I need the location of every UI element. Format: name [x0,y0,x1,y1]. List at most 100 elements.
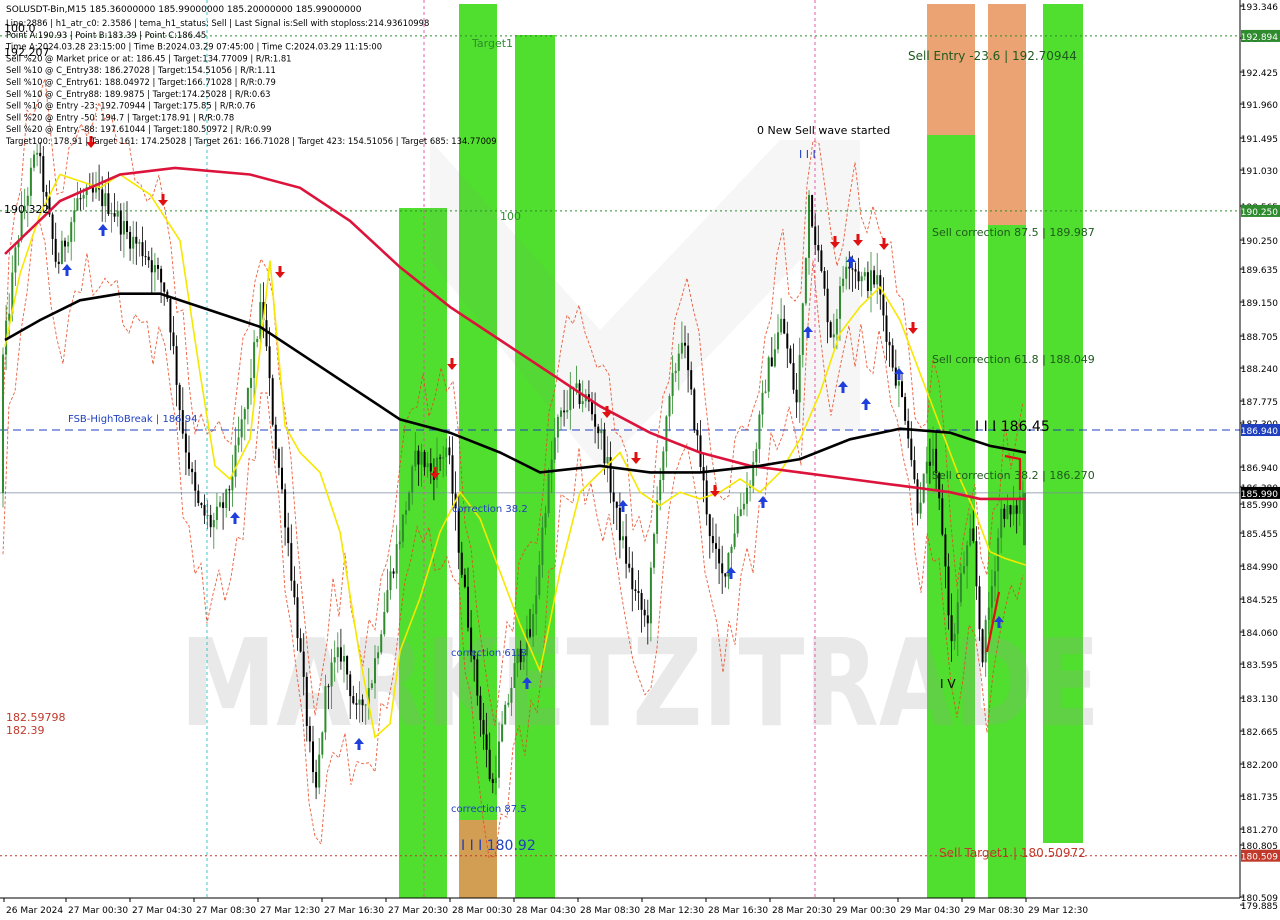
candle-body [649,567,652,624]
candle-body [690,370,693,390]
candle-body [70,222,73,242]
candle-body [981,629,984,663]
candle-body [615,501,618,508]
candle-body [408,492,411,511]
candle-body [643,609,646,616]
info-line: Sell %20 @ Market price or at: 186.45 | … [6,53,291,63]
candle-body [916,479,919,514]
candle-body [160,268,163,283]
candle-body [764,391,767,393]
candle-body [488,749,491,780]
candle-body [299,638,302,652]
candle-body [1006,505,1009,519]
candle-body [659,479,662,501]
x-tick-label: 28 Mar 04:30 [516,906,576,916]
x-tick-label: 27 Mar 16:30 [324,906,384,916]
info-line: Time A:2024.03.28 23:15:00 | Time B:2024… [5,42,382,52]
price-tag-label: 185.990 [1241,490,1278,500]
candle-body [380,634,383,653]
candle-body [860,276,863,282]
x-tick-label: 28 Mar 20:30 [772,906,832,916]
candle-body [463,574,466,587]
x-tick-label: 29 Mar 12:30 [1028,906,1088,916]
candle-body [944,534,947,567]
candle-body [820,250,823,272]
sell-arrow-icon [158,194,168,206]
info-line: Sell %10 @ Entry -23: 192.70944 | Target… [6,101,256,111]
candle-body [702,467,705,481]
candle-body [169,298,172,333]
candle-body [401,514,404,542]
candle-body [253,342,256,379]
chart-annotation: Sell Target1 | 180.50972 [939,846,1086,860]
y-tick-label: 181.735 [1241,793,1278,803]
candle-body [374,658,376,684]
y-tick-label: 183.595 [1241,661,1278,671]
candle-body [932,448,934,466]
candle-body [674,370,677,374]
chart-annotation: Sell correction 38.2 | 186.270 [932,469,1095,482]
candle-body [811,195,814,227]
price-tag-label: 186.940 [1241,427,1278,437]
candle-body [969,528,972,546]
chart-annotation: correction 87.5 [451,804,527,815]
candle-body [219,502,221,507]
candle-body [377,652,380,659]
candle-body [439,457,442,459]
candle-body [941,498,944,535]
candle-body [888,341,891,346]
candle-body [197,490,200,503]
candle-body [234,445,237,477]
price-tag-label: 190.250 [1241,208,1278,218]
y-tick-label: 189.635 [1241,266,1278,276]
x-tick-label: 27 Mar 20:30 [388,906,448,916]
candle-body [153,264,156,273]
candle-body [646,615,649,624]
info-line: Line:2886 | h1_atr_c0: 2.3586 | tema_h1_… [6,18,429,28]
candle-body [532,614,535,637]
candle-body [110,213,113,215]
candle-body [101,189,104,207]
candle-body [975,541,978,587]
y-tick-label: 192.425 [1241,69,1278,79]
candle-body [928,461,931,466]
candle-body [476,659,479,696]
candle-body [467,586,469,628]
candle-body [1015,505,1018,514]
candle-body [222,502,225,508]
candle-body [1000,508,1003,538]
buy-arrow-icon [62,264,72,276]
candle-body [284,489,287,528]
candle-body [339,647,342,662]
candle-body [138,242,141,244]
candle-body [293,580,296,598]
candle-body [947,566,950,616]
chart-annotation: correction 61.8 [451,648,527,659]
candle-body [553,437,556,460]
candle-body [891,345,894,368]
candle-body [767,357,770,392]
info-line: Sell %10 @ C_Entry38: 186.27028 | Target… [6,65,276,75]
y-tick-label: 188.240 [1241,365,1278,375]
buy-arrow-icon [230,512,240,524]
candle-body [274,424,277,449]
candle-body [569,387,572,411]
candle-body [240,419,243,438]
candle-body [132,236,135,249]
candle-body [327,686,330,688]
candle-body [755,449,758,463]
candle-body [212,520,215,528]
candle-body [817,245,820,251]
candle-body [42,156,45,192]
candle-body [39,152,42,157]
candle-body [191,468,194,473]
candle-body [256,338,259,343]
candle-body [715,543,717,549]
candle-body [978,586,981,630]
candle-body [953,633,956,642]
candle-body [873,270,876,285]
info-line: Point A:190.93 | Point B:183.39 | Point … [6,30,206,40]
candle-body [57,261,60,264]
price-tag: 180.509 [1241,849,1280,863]
candle-body [237,437,240,446]
